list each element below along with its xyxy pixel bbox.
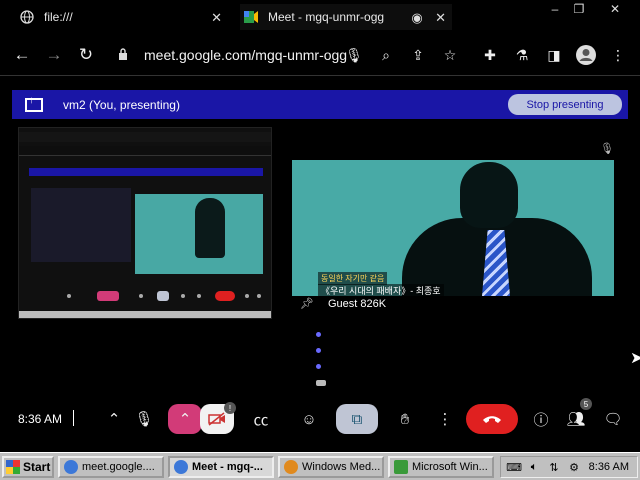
- meet-icon: [244, 10, 258, 24]
- mic-off-icon: 🎙︎: [600, 143, 614, 155]
- mini-person-silhouette: [195, 198, 225, 258]
- tile-pagination[interactable]: [316, 332, 326, 397]
- side-panel-icon[interactable]: ◨: [542, 43, 566, 67]
- globe-icon: [20, 10, 34, 24]
- extensions-icon[interactable]: ✚: [478, 43, 502, 67]
- people-button[interactable]: 👥︎ 5: [564, 398, 592, 434]
- system-clock: 8:36 AM: [588, 461, 629, 473]
- meeting-clock: 8:36 AM: [18, 412, 63, 426]
- people-count-badge: 5: [580, 398, 592, 410]
- taskbar-item-label: meet.google....: [82, 461, 155, 473]
- mini-taskbar: [19, 311, 271, 318]
- restore-button[interactable]: ❐: [568, 0, 590, 18]
- more-options-icon[interactable]: ⋮: [436, 404, 454, 434]
- mini-presenting-banner: [29, 168, 263, 176]
- chrome-icon: [174, 460, 188, 474]
- start-label: Start: [23, 460, 51, 474]
- reload-icon[interactable]: ↻: [74, 43, 98, 67]
- taskbar-item-meet-browser[interactable]: meet.google....: [58, 456, 164, 478]
- page-dot[interactable]: [316, 348, 321, 353]
- share-icon[interactable]: ⇪: [406, 43, 430, 67]
- mini-tab-strip: [19, 132, 271, 142]
- chat-icon[interactable]: 🗨︎: [602, 404, 624, 434]
- back-arrow-icon[interactable]: ←: [10, 43, 34, 67]
- participant-name: Guest 826K: [327, 297, 387, 310]
- start-button[interactable]: Start: [2, 456, 54, 478]
- chrome-icon: [64, 460, 78, 474]
- presentation-tile[interactable]: [18, 127, 272, 319]
- page-dot-end[interactable]: [316, 380, 326, 386]
- tab-title: Meet - mgq-unmr-ogg: [268, 10, 385, 24]
- mini-controls-bar: [67, 291, 261, 301]
- page-dot[interactable]: [316, 364, 321, 369]
- audio-options-button[interactable]: ⌃: [168, 404, 202, 434]
- media-player-icon: [284, 460, 298, 474]
- tab-close-icon[interactable]: ✕: [435, 10, 446, 26]
- tab-strip: file:/// ✕ Meet - mgq-unmr-ogg ✕ ◉ – ❐ ✕: [0, 0, 640, 34]
- security-icon[interactable]: ⚙: [567, 460, 581, 474]
- tab-title: file:///: [44, 10, 73, 24]
- participant-label: 📌︎ Guest 826K: [300, 297, 387, 311]
- stop-presenting-button[interactable]: Stop presenting: [508, 94, 622, 115]
- tab-file[interactable]: file:/// ✕: [14, 4, 228, 30]
- os-taskbar: Start meet.google.... Meet - mgq-... Win…: [0, 452, 640, 480]
- system-tray: ⌨ 🔈︎ ⇅ ⚙ 8:36 AM: [500, 456, 638, 478]
- bookmark-star-icon[interactable]: ☆: [438, 43, 462, 67]
- captions-icon[interactable]: ㏄: [250, 404, 272, 434]
- mouse-cursor-icon: ➤: [630, 350, 640, 367]
- taskbar-item-media-player[interactable]: Windows Med...: [278, 456, 384, 478]
- more-menu-icon[interactable]: ⋮: [606, 43, 630, 67]
- labs-flask-icon[interactable]: ⚗: [510, 43, 534, 67]
- emoji-reaction-icon[interactable]: ☺: [298, 404, 320, 434]
- minimize-button[interactable]: –: [544, 0, 566, 18]
- meeting-info-icon[interactable]: ⓘ: [530, 404, 552, 434]
- avatar[interactable]: [574, 43, 598, 67]
- pin-icon[interactable]: 📌︎: [300, 297, 314, 310]
- page-dot[interactable]: [316, 332, 321, 337]
- taskbar-item-microsoft-win[interactable]: Microsoft Win...: [388, 456, 494, 478]
- guest-video-tile[interactable]: 동일한 자기만 같음 《우리 시대의 패배자》- 최종호: [292, 160, 614, 296]
- taskbar-item-label: Windows Med...: [302, 461, 381, 473]
- microphone-icon[interactable]: 🎙︎: [342, 43, 366, 67]
- present-screen-icon: [25, 95, 43, 112]
- app-window-icon: [394, 460, 408, 474]
- forward-arrow-icon[interactable]: →: [42, 43, 66, 67]
- taskbar-item-label: Meet - mgq-...: [192, 461, 263, 473]
- keyboard-icon[interactable]: ⌨: [506, 460, 522, 474]
- zoom-icon[interactable]: ⌕: [374, 43, 398, 67]
- camera-off-button[interactable]: !: [200, 402, 236, 434]
- present-now-button[interactable]: ⧉: [336, 404, 378, 434]
- address-row: ← → ↻ meet.google.com/mgq-unmr-ogg 🎙︎ ⌕ …: [0, 34, 640, 76]
- microphone-button[interactable]: 🎙︎: [134, 404, 154, 434]
- presenting-title: vm2 (You, presenting): [63, 97, 180, 112]
- taskbar-item-label: Microsoft Win...: [412, 461, 488, 473]
- screen: file:/// ✕ Meet - mgq-unmr-ogg ✕ ◉ – ❐ ✕…: [0, 0, 640, 480]
- windows-logo-icon: [6, 460, 20, 474]
- network-icon[interactable]: ⇅: [547, 460, 561, 474]
- volume-icon[interactable]: 🔈︎: [527, 460, 541, 474]
- video-caption-line2: 《우리 시대의 패배자》- 최종호: [318, 284, 444, 296]
- presenting-banner: vm2 (You, presenting) Stop presenting: [12, 90, 628, 119]
- window-close-button[interactable]: ✕: [604, 0, 626, 18]
- lock-icon: [118, 47, 132, 63]
- url-text: meet.google.com/mgq-unmr-ogg: [144, 47, 348, 63]
- recording-indicator-icon: ◉: [411, 10, 423, 25]
- taskbar-item-meet-active[interactable]: Meet - mgq-...: [168, 456, 274, 478]
- raise-hand-icon[interactable]: ✋︎: [394, 404, 416, 434]
- tab-close-icon[interactable]: ✕: [211, 10, 222, 26]
- camera-warning-badge: !: [224, 402, 236, 414]
- mini-presentation-tile: [31, 188, 131, 262]
- people-icon: 👥︎: [566, 411, 586, 428]
- person-head: [460, 162, 518, 228]
- clock-divider: [73, 410, 74, 426]
- mini-address-bar: [19, 146, 271, 156]
- hang-up-phone-icon: [483, 416, 501, 423]
- camera-off-icon: [208, 412, 225, 426]
- leave-call-button[interactable]: [466, 404, 518, 434]
- meet-control-bar: 8:36 AM ⌃ 🎙︎ ⌃ ! ㏄ ☺ ⧉ ✋︎ ⋮ ⓘ 👥︎ 5 🗨︎: [0, 398, 640, 442]
- expand-up-icon[interactable]: ⌃: [104, 404, 124, 434]
